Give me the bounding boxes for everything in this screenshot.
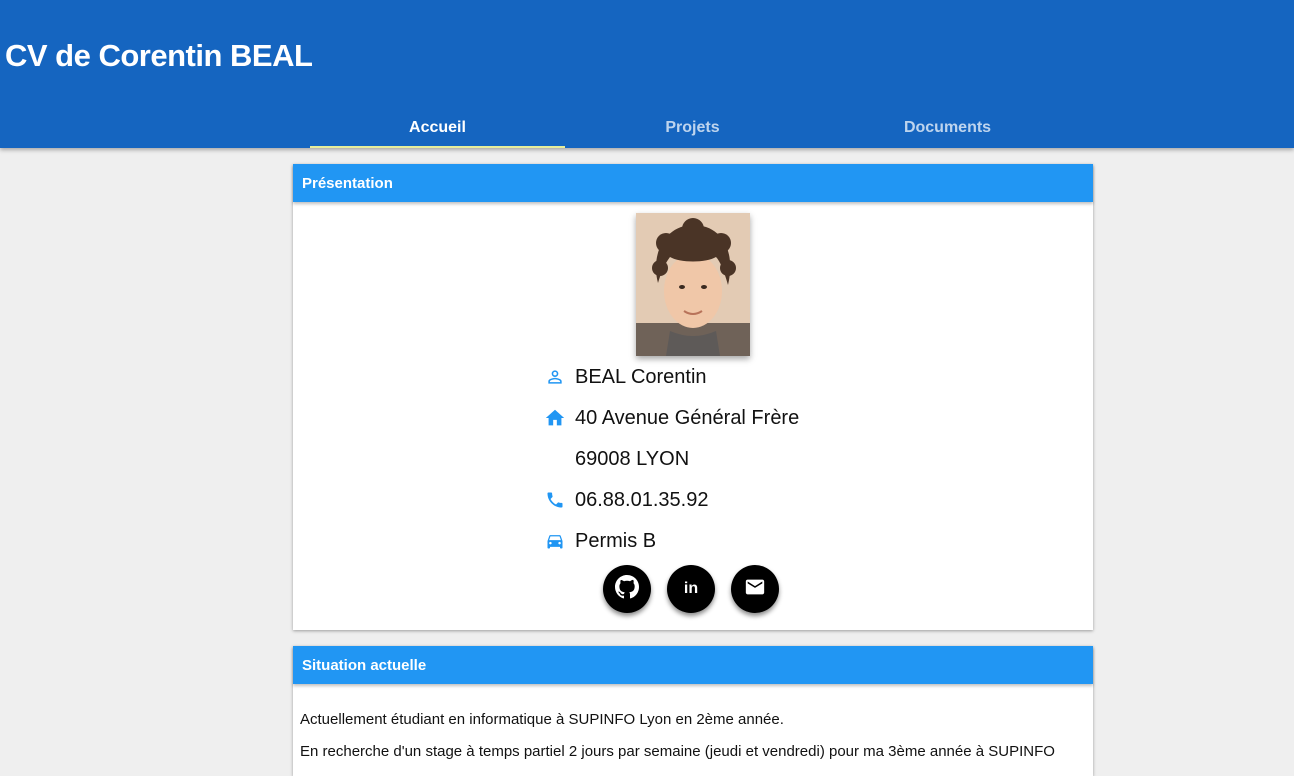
page-title: CV de Corentin BEAL <box>5 38 313 73</box>
address-line2: 69008 LYON <box>575 447 690 470</box>
situation-paragraph-2: En recherche d'un stage à temps partiel … <box>300 743 1055 760</box>
presentation-card-title: Présentation <box>293 164 1093 202</box>
info-address-row: 40 Avenue Général Frère <box>544 403 799 433</box>
phone-icon <box>544 489 566 511</box>
situation-paragraph-1: Actuellement étudiant en informatique à … <box>300 711 784 728</box>
driving-license: Permis B <box>575 529 657 552</box>
email-button[interactable] <box>731 565 779 613</box>
home-icon <box>544 407 566 429</box>
info-phone-row: 06.88.01.35.92 <box>544 485 708 515</box>
presentation-card: Présentation BEAL Corentin 40 Avenue Gén… <box>293 164 1093 630</box>
situation-card-title: Situation actuelle <box>293 646 1093 684</box>
phone-number: 06.88.01.35.92 <box>575 488 709 511</box>
tab-bar: Accueil Projets Documents <box>310 108 1075 148</box>
linkedin-icon: in <box>683 580 699 597</box>
tab-documents[interactable]: Documents <box>820 108 1075 148</box>
social-links: in <box>602 565 782 613</box>
full-name: BEAL Corentin <box>575 365 707 388</box>
linkedin-button[interactable]: in <box>667 565 715 613</box>
github-icon <box>615 574 639 604</box>
app-bar: CV de Corentin BEAL Accueil Projets Docu… <box>0 0 1294 148</box>
info-city-row: 69008 LYON <box>544 444 689 474</box>
mail-icon <box>744 576 766 603</box>
info-license-row: Permis B <box>544 526 656 556</box>
profile-photo <box>636 213 750 356</box>
address-line1: 40 Avenue Général Frère <box>575 406 800 429</box>
person-icon <box>544 366 566 388</box>
github-button[interactable] <box>603 565 651 613</box>
info-name-row: BEAL Corentin <box>544 362 707 392</box>
tab-accueil[interactable]: Accueil <box>310 108 565 148</box>
car-icon <box>544 530 566 552</box>
tab-projets[interactable]: Projets <box>565 108 820 148</box>
